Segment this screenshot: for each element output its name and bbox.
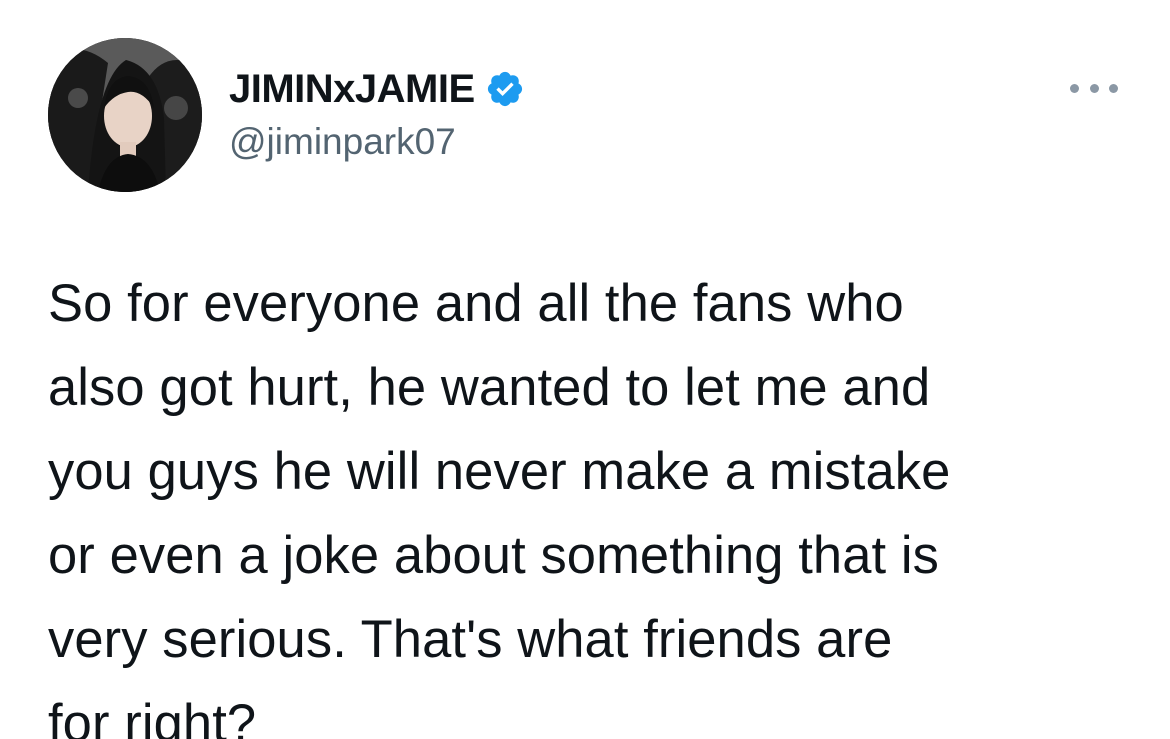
more-dot [1070, 83, 1079, 93]
more-dot [1089, 83, 1099, 93]
more-options-icon[interactable] [1070, 78, 1118, 98]
avatar[interactable] [48, 38, 202, 192]
profile-photo-icon [48, 38, 202, 192]
verified-badge-icon [485, 69, 525, 109]
more-dot [1109, 83, 1118, 93]
tweet-text: So for everyone and all the fans who als… [48, 274, 951, 739]
author-name-row[interactable]: JIMINxJAMIE [229, 66, 525, 112]
user-handle[interactable]: @jiminpark07 [229, 120, 456, 164]
display-name[interactable]: JIMINxJAMIE [229, 66, 475, 112]
tweet-card: JIMINxJAMIE @jiminpark07 So for everyone… [0, 0, 1170, 739]
